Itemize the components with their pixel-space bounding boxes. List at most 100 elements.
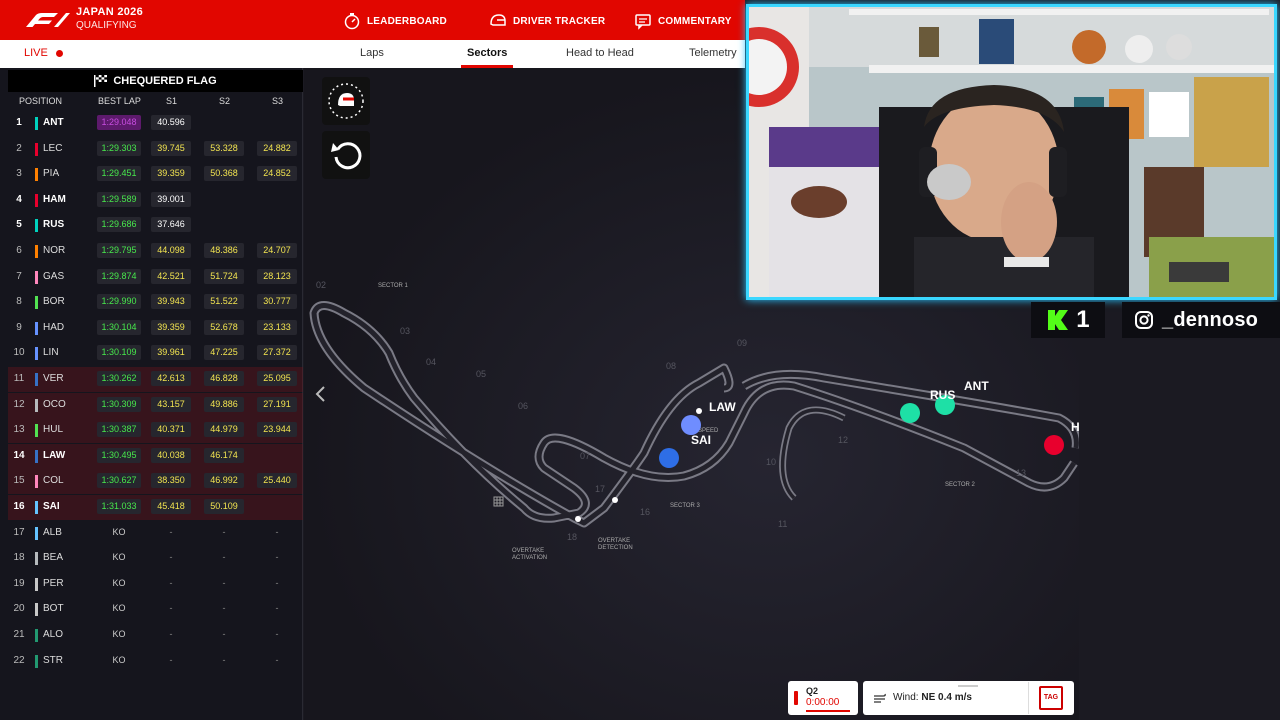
- tab-laps[interactable]: Laps: [360, 47, 384, 59]
- table-row[interactable]: 20 BOT KO - - -: [8, 597, 303, 622]
- turn-number: 08: [666, 361, 676, 371]
- sector-1-time: -: [169, 654, 173, 665]
- tab-telemetry[interactable]: Telemetry: [689, 47, 737, 59]
- sector-2-time: 47.225: [204, 345, 244, 361]
- sector-1-time: 39.359: [151, 319, 191, 335]
- table-row[interactable]: 9 HAD 1:30.104 39.359 52.678 23.133: [8, 316, 303, 341]
- nav-driver-tracker[interactable]: DRIVER TRACKER: [489, 12, 605, 30]
- car-label-ant: ANT: [964, 379, 989, 393]
- row-position: 2: [16, 142, 22, 154]
- chat-icon: [635, 14, 651, 30]
- driver-code: BOR: [43, 296, 65, 308]
- driver-code: COL: [43, 475, 64, 487]
- tab-sectors[interactable]: Sectors: [460, 47, 514, 68]
- best-lap: KO: [112, 577, 126, 588]
- kick-logo-icon: [1048, 310, 1069, 330]
- table-row[interactable]: 7 GAS 1:29.874 42.521 51.724 28.123: [8, 265, 303, 290]
- sector-2-time: 52.678: [204, 319, 244, 335]
- team-color-bar: [35, 398, 38, 412]
- table-row[interactable]: 21 ALO KO - - -: [8, 623, 303, 648]
- table-row[interactable]: 16 SAI 1:31.033 45.418 50.109: [8, 495, 303, 520]
- driver-code: ANT: [43, 117, 64, 128]
- table-row[interactable]: 11 VER 1:30.262 42.613 46.828 25.095: [8, 367, 303, 392]
- nav-driver-tracker-label: DRIVER TRACKER: [513, 15, 606, 27]
- table-row[interactable]: 3 PIA 1:29.451 39.359 50.368 24.852: [8, 162, 303, 187]
- turn-number: 13: [1016, 468, 1026, 478]
- table-row[interactable]: 6 NOR 1:29.795 44.098 48.386 24.707: [8, 239, 303, 264]
- table-row[interactable]: 10 LIN 1:30.109 39.961 47.225 27.372: [8, 341, 303, 366]
- table-row[interactable]: 15 COL 1:30.627 38.350 46.992 25.440: [8, 469, 303, 495]
- row-position: 8: [16, 296, 22, 308]
- turn-number: 05: [476, 369, 486, 379]
- table-row[interactable]: 18 BEA KO - - -: [8, 546, 303, 571]
- sector-3-time: 27.372: [257, 345, 297, 361]
- sector-2-time: 53.328: [204, 140, 244, 156]
- tab-head-to-head[interactable]: Head to Head: [566, 47, 634, 59]
- table-row[interactable]: 14 LAW 1:30.495 40.038 46.174: [8, 443, 303, 469]
- team-color-bar: [35, 603, 38, 617]
- sector-2-label: SECTOR 2: [945, 482, 976, 488]
- driver-code: PER: [43, 577, 64, 589]
- sector-3-time: -: [275, 629, 279, 639]
- row-position: 15: [13, 475, 25, 487]
- col-best-lap: BEST LAP: [98, 96, 141, 106]
- sector-2-time: -: [222, 526, 226, 537]
- sector-1-time: 42.613: [151, 371, 191, 386]
- turn-number: 03: [400, 326, 410, 336]
- turn-number: 07: [580, 451, 590, 461]
- sector-1-time: 37.646: [151, 217, 191, 233]
- table-row[interactable]: 12 OCO 1:30.309 43.157 49.886 27.191: [8, 392, 303, 418]
- sector-2-time: 46.174: [204, 447, 244, 463]
- table-row[interactable]: 19 PER KO - - -: [8, 572, 303, 597]
- table-row[interactable]: 1 ANT 1:29.048 40.596: [8, 111, 303, 136]
- channel-number: 1: [1076, 306, 1090, 333]
- start-finish-icon: [493, 496, 504, 507]
- best-lap: KO: [112, 654, 126, 665]
- row-position: 13: [13, 424, 25, 436]
- best-lap: 1:30.109: [97, 345, 141, 361]
- team-color-bar: [35, 449, 38, 463]
- sector-1-time: 40.596: [151, 115, 191, 130]
- live-dot-icon: [55, 49, 63, 57]
- row-position: 3: [16, 168, 22, 180]
- table-row[interactable]: 2 LEC 1:29.303 39.745 53.328 24.882: [8, 137, 303, 162]
- row-position: 14: [13, 449, 25, 461]
- car-marker-rus[interactable]: [900, 403, 920, 423]
- table-row[interactable]: 4 HAM 1:29.589 39.001: [8, 188, 303, 213]
- best-lap: 1:30.262: [97, 371, 141, 386]
- driver-code: NOR: [43, 245, 66, 256]
- turn-number: 16: [640, 507, 650, 517]
- sector-2-time: -: [222, 654, 226, 665]
- team-color-bar: [35, 245, 38, 258]
- turn-number: 09: [737, 338, 747, 348]
- table-row[interactable]: 22 STR KO - - -: [8, 649, 303, 674]
- car-marker-sai[interactable]: [659, 448, 679, 468]
- row-position: 10: [13, 347, 25, 359]
- sector-2-time: 46.828: [204, 371, 244, 386]
- row-position: 12: [13, 398, 25, 410]
- wind-readout: Wind: NE 0.4 m/s: [893, 692, 972, 703]
- table-row[interactable]: 17 ALB KO - - -: [8, 521, 303, 546]
- row-position: 17: [13, 526, 25, 538]
- instagram-handle[interactable]: _dennoso: [1122, 302, 1280, 338]
- sector-3-time: 24.852: [257, 166, 297, 182]
- weather-widget: Wind: NE 0.4 m/s TAG: [863, 681, 1074, 715]
- nav-leaderboard[interactable]: LEADERBOARD: [343, 12, 447, 30]
- sector-2-time: 48.386: [204, 243, 244, 258]
- f1-logo-icon: [26, 13, 70, 27]
- sector-3-time: -: [275, 603, 279, 614]
- table-row[interactable]: 13 HUL 1:30.387 40.371 44.979 23.944: [8, 418, 303, 444]
- sector-2-time: 50.109: [204, 499, 244, 514]
- driver-code: LIN: [43, 347, 59, 359]
- car-marker-ham[interactable]: [1044, 435, 1064, 455]
- table-row[interactable]: 5 RUS 1:29.686 37.646: [8, 213, 303, 238]
- team-color-bar: [35, 552, 38, 566]
- table-row[interactable]: 8 BOR 1:29.990 39.943 51.522 30.777: [8, 290, 303, 315]
- car-marker-law-dot: [696, 408, 702, 414]
- nav-commentary[interactable]: COMMENTARY: [634, 12, 732, 30]
- team-color-bar: [35, 577, 38, 591]
- row-position: 20: [13, 603, 25, 615]
- sector-1-time: 43.157: [151, 396, 191, 412]
- turn-number: 18: [567, 532, 577, 542]
- car-marker-law[interactable]: [681, 415, 701, 435]
